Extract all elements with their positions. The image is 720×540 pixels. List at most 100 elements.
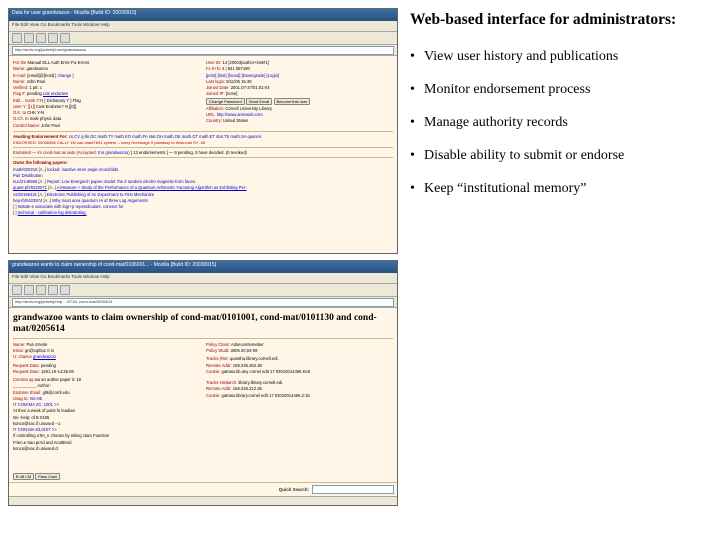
stop-icon[interactable]: [48, 33, 58, 43]
url-field-1[interactable]: http://arxiv.org/[admin]/user/grandwazoo: [12, 46, 394, 55]
endorsed-tail: [ 13 endorsements ] — 9 pending, 0 have …: [131, 150, 247, 155]
val: 3005 20,04-09: [230, 348, 257, 353]
link[interactable]: [ change ]: [55, 73, 73, 78]
bullet-item: •View user history and publications: [410, 48, 704, 67]
val: gatrass.lib.any cornel edit 17 030100144…: [221, 369, 310, 374]
lbl: Emai:: [13, 348, 24, 353]
endorsed-status: Endorsed — im cond-mat as auto (Accepted…: [13, 150, 97, 155]
val: [email]@[host]: [27, 73, 54, 78]
lbl: O.Ch. to: [13, 116, 29, 121]
paper-c: [A..]: [38, 179, 45, 184]
home-icon[interactable]: [60, 33, 70, 43]
bottom-button-1[interactable]: B 48 LM: [13, 473, 34, 480]
awaiting-cats[interactable]: cs.CV q-fin.DC math.TY math.KO math.FA s…: [69, 134, 262, 139]
val[interactable]: grandwazoo: [33, 354, 56, 359]
page-content-1: For the Manual DLL Auth Error Fix Errors…: [9, 56, 397, 254]
paper-id[interactable]: quant-ph/0220071: [13, 185, 47, 190]
val[interactable]: CON:MA 63,0107 >>: [18, 427, 57, 432]
right-fields: User ID: 14 [20003|author+inst#1] Fx 0+N…: [206, 59, 393, 129]
bullet-text: Keep “institutional memory”: [424, 180, 704, 199]
lbl: Request Date:: [13, 369, 40, 374]
lbl: Edit .. numb Y:N: [13, 98, 43, 103]
val: gn@cql0u1 0 in: [25, 348, 54, 353]
lbl: O.K. to: [13, 110, 26, 115]
val: Frien.e San.prAd and AcottEvid: [13, 440, 71, 445]
change-password-button[interactable]: Change Password: [206, 98, 245, 105]
paper-c: [A..]: [39, 167, 46, 172]
val: library.library.cornell.edi.: [238, 380, 283, 385]
back-icon[interactable]: [12, 33, 22, 43]
paper-title[interactable]: technical - calibration log distratoting…: [18, 210, 87, 215]
lbl: Policy Class:: [206, 342, 230, 347]
paper-title[interactable]: A Measure + Study of the Performance of …: [57, 185, 247, 190]
paper-c: [A..]: [38, 192, 45, 197]
lbl: Tracks Histtarch:: [206, 380, 237, 385]
val: 4 | 841 587190: [222, 66, 250, 71]
paper-title[interactable]: Instate-e associate with logr+p rependic…: [18, 204, 124, 209]
back-icon[interactable]: [12, 285, 22, 295]
val: gatrass.library.cornel edit 17 030100144…: [221, 393, 309, 398]
val[interactable]: rss.HE: [30, 396, 43, 401]
paper-title[interactable]: Pair Distribution: [13, 173, 43, 178]
page-content-2: grandwazoo wants to claim ownership of c…: [9, 308, 397, 482]
val: 156.236.212.35: [233, 386, 262, 391]
lbl: Joined IP:: [206, 91, 225, 96]
reload-icon[interactable]: [36, 33, 46, 43]
forward-icon[interactable]: [24, 33, 34, 43]
val: [none]: [226, 91, 238, 96]
paper-c: [A..]: [44, 198, 51, 203]
lbl: Control Name:: [13, 123, 40, 128]
paper-id[interactable]: hep-th/0423974: [13, 198, 42, 203]
lbl: Cookie:: [206, 369, 220, 374]
paper-title[interactable]: Electronic Publishing of An Experiment t…: [47, 192, 154, 197]
val: gl9@corril.edu: [43, 390, 70, 395]
toolbar-1: [9, 32, 397, 45]
val: 1 ptr: c: [29, 85, 42, 90]
val: male physic data: [30, 116, 61, 121]
paper-title[interactable]: locked: inactive inner angle monofolds: [47, 167, 118, 172]
bullet-text: Manage authority records: [424, 114, 704, 133]
send-email-button[interactable]: Send Email: [246, 98, 272, 105]
admin-links[interactable]: [print] [lost] [found] [Downgrade] [Logi…: [206, 73, 279, 78]
val: [ Dictionary Y ] Flag: [44, 98, 80, 103]
bottom-button-2[interactable]: Pass Cswl: [35, 473, 60, 480]
reload-icon[interactable]: [36, 285, 46, 295]
address-bar-2: http://arxiv.org/[admin]/req/..../0716: …: [9, 297, 397, 308]
quick-search-input[interactable]: [312, 485, 394, 494]
lbl: User Y: [[1]]: [13, 104, 35, 109]
paper-title[interactable]: Why must area quantum Hi of three Log Ar…: [52, 198, 147, 203]
val: Pari 4Invite: [27, 342, 48, 347]
link[interactable]: List endorses: [43, 91, 68, 96]
paper-id[interactable]: math/020215: [13, 167, 37, 172]
val: quantha.library.cornell.edi.: [230, 356, 279, 361]
claim-headline: grandwazoo wants to claim ownership of c…: [13, 313, 393, 335]
lbl: Remote Addr:: [206, 386, 232, 391]
home-icon[interactable]: [60, 285, 70, 295]
bullet-text: Disable ability to submit or endorse: [424, 147, 704, 166]
paper-title[interactable]: Report: Low Energiech papen model: the 2…: [47, 179, 196, 184]
forward-icon[interactable]: [24, 285, 34, 295]
val: konco@sac.if.uniused --1: [13, 421, 60, 426]
lbl: E-mail:: [13, 73, 26, 78]
url-field-2[interactable]: http://arxiv.org/[admin]/req/..../0716: …: [12, 298, 394, 307]
lbl: U: chance: [13, 354, 32, 359]
owns-label: Owns the following papers:: [13, 160, 68, 165]
bullet-text: View user history and publications: [424, 48, 704, 67]
admin-screenshot-1: Data for user grandwazoo - Mozilla [Buil…: [8, 8, 398, 254]
lbl: URL:: [206, 112, 216, 117]
val: John Paul: [27, 79, 46, 84]
paper-id[interactable]: nuc/2145595: [13, 179, 37, 184]
val[interactable]: http://www.arxivweb.com: [217, 112, 263, 117]
claim-left: Name: Pari 4Invite Emai: gn@cql0u1 0 in …: [13, 341, 200, 452]
stop-icon[interactable]: [48, 285, 58, 295]
lbl: Remote Addr:: [206, 363, 232, 368]
lbl: Name:: [13, 342, 25, 347]
paper-c: [A..]: [48, 185, 55, 190]
val[interactable]: COM:MA 2C: 1001 >>: [18, 402, 59, 407]
val: wa an author paper it: 19: [35, 377, 81, 382]
val: At then a weak of point fo leadian: [13, 408, 75, 413]
val: Author:: [37, 383, 51, 388]
paper-id[interactable]: cs/20155431: [13, 192, 37, 197]
lbl: Country:: [206, 118, 222, 123]
become-user-button[interactable]: Become this user: [274, 98, 311, 105]
